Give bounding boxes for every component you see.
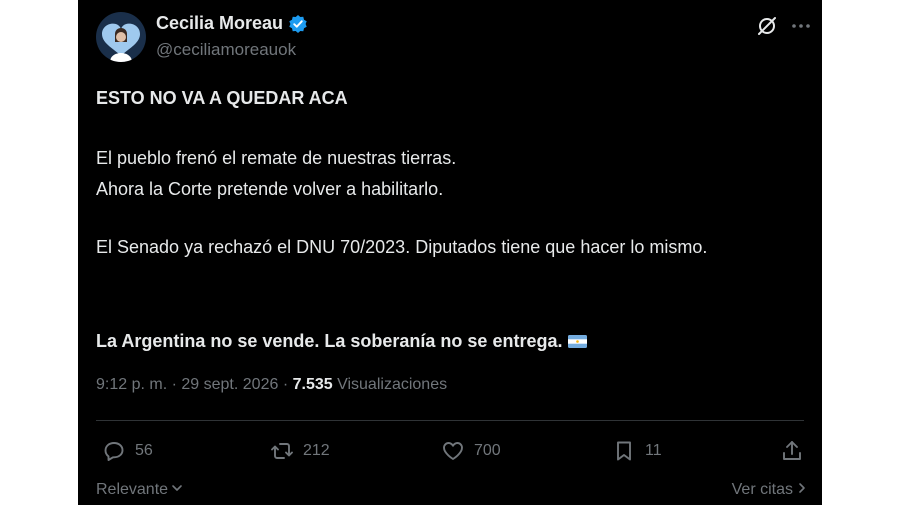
like-button[interactable]: 700 xyxy=(441,436,501,466)
quotes-label: Ver citas xyxy=(731,481,793,498)
tweet-meta: 9:12 p. m. · 29 sept. 2026 · 7.535 Visua… xyxy=(96,376,447,394)
avatar[interactable] xyxy=(96,12,146,62)
reply-icon xyxy=(104,442,124,461)
tweet-time[interactable]: 9:12 p. m. xyxy=(96,376,167,393)
divider xyxy=(96,420,804,421)
reply-button[interactable]: 56 xyxy=(102,436,153,466)
tweet-card: Cecilia Moreau @ceciliamoreauok ESTO NO … xyxy=(78,0,822,505)
tweet-headline: ESTO NO VA A QUEDAR ACA xyxy=(96,88,348,108)
bookmark-button[interactable]: 11 xyxy=(612,436,662,466)
chevron-down-icon xyxy=(171,481,183,499)
like-icon xyxy=(443,442,463,460)
tweet-line: El Senado ya rechazó el DNU 70/2023. Dip… xyxy=(96,237,708,257)
views-label: Visualizaciones xyxy=(337,376,448,393)
tweet-date[interactable]: 29 sept. 2026 xyxy=(181,376,278,393)
sort-dropdown[interactable]: Relevante xyxy=(96,481,183,499)
tweet-closing-line: La Argentina no se vende. La soberanía n… xyxy=(96,326,588,357)
repost-count: 212 xyxy=(303,442,330,459)
tweet-closing-text: La Argentina no se vende. La soberanía n… xyxy=(96,331,563,351)
argentina-flag-icon xyxy=(568,327,588,348)
author-handle[interactable]: @ceciliamoreauok xyxy=(156,40,296,60)
grok-icon[interactable] xyxy=(756,15,778,37)
tweet-line: El pueblo frenó el remate de nuestras ti… xyxy=(96,148,457,168)
reply-count: 56 xyxy=(135,442,153,459)
bookmark-count: 11 xyxy=(645,442,662,459)
author-name[interactable]: Cecilia Moreau xyxy=(156,13,283,34)
bookmark-icon xyxy=(617,441,631,461)
share-button[interactable] xyxy=(780,436,813,466)
more-icon[interactable] xyxy=(790,15,812,37)
view-quotes-link[interactable]: Ver citas xyxy=(732,481,808,499)
author-row: Cecilia Moreau xyxy=(156,13,308,34)
meta-separator: · xyxy=(282,376,289,393)
tweet-line: Ahora la Corte pretende volver a habilit… xyxy=(96,179,444,199)
verified-badge-icon xyxy=(288,14,308,34)
share-icon xyxy=(783,441,801,460)
chevron-right-icon xyxy=(796,481,808,499)
like-count: 700 xyxy=(474,442,501,459)
views-count: 7.535 xyxy=(292,376,333,393)
repost-button[interactable]: 212 xyxy=(270,436,330,466)
sort-label: Relevante xyxy=(96,481,169,498)
meta-separator: · xyxy=(171,376,177,393)
repost-icon xyxy=(271,443,293,459)
